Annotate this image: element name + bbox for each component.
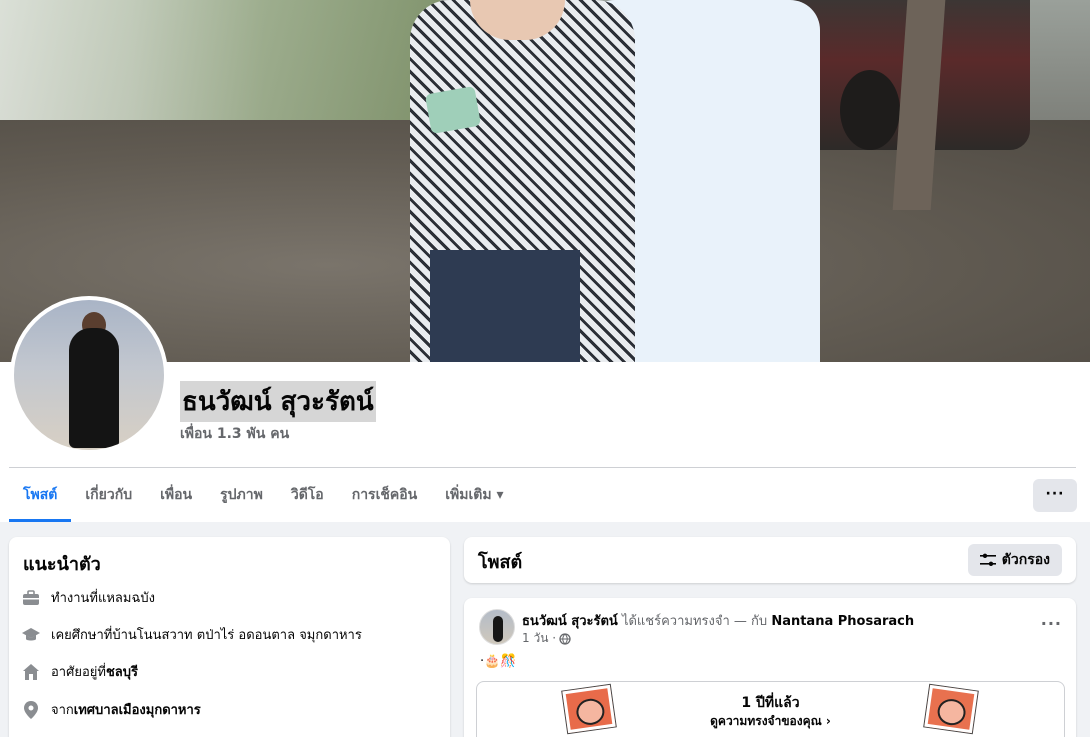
post-card: ธนวัฒน์ สุวะรัตน์ ได้แชร์ความทรงจำ — กับ… [464,598,1076,737]
intro-work-value[interactable]: แหลมฉบัง [98,587,155,608]
friends-count[interactable]: เพื่อน 1.3 พัน คน [180,423,289,445]
tab-about[interactable]: เกี่ยวกับ [71,468,146,522]
filter-button[interactable]: ตัวกรอง [967,544,1062,576]
memory-illustration-right [924,684,978,734]
post-author-avatar[interactable] [479,609,515,645]
tab-photos[interactable]: รูปภาพ [206,468,277,522]
post-tagged-user[interactable]: Nantana Phosarach [771,614,914,629]
intro-work: ทำงานที่ แหลมฉบัง [21,587,155,608]
intro-from-prefix: จาก [51,703,74,718]
intro-work-prefix: ทำงานที่ [51,591,98,606]
intro-study-value[interactable]: บ้านโนนสวาท ตป่าไร่ อดอนตาล จมุกดาหาร [112,624,362,645]
posts-header-card: โพสต์ ตัวกรอง [464,537,1076,583]
intro-study-prefix: เคยศึกษาที่ [51,628,113,643]
tab-more[interactable]: เพิ่มเติม ▾ [431,468,517,522]
filter-label: ตัวกรอง [1001,552,1050,568]
posts-title: โพสต์ [478,552,523,573]
intro-study: เคยศึกษาที่ บ้านโนนสวาท ตป่าไร่ อดอนตาล … [21,624,362,645]
profile-avatar[interactable] [10,296,168,454]
post-time[interactable]: 1 วัน · [522,629,556,648]
post-emoji-text: ·🎂🎊 [480,654,517,669]
cover-trees [0,0,440,130]
post-action: ได้แชร์ความทรงจำ — กับ [617,614,772,629]
intro-title: แนะนำตัว [23,554,101,575]
briefcase-icon [21,588,41,608]
intro-live: อาศัยอยู่ที่ ชลบุรี [21,661,138,682]
intro-live-prefix: อาศัยอยู่ที่ [51,665,106,680]
tab-videos[interactable]: วิดีโอ [277,468,338,522]
avatar-body [69,328,119,448]
intro-from-value[interactable]: เทศบาลเมืองมุกดาหาร [74,699,201,720]
memory-link[interactable]: ดูความทรงจำของคุณ › [477,712,1064,731]
more-options-button[interactable]: ··· [1033,479,1077,512]
intro-live-value[interactable]: ชลบุรี [106,661,138,682]
cover-jeans [430,250,580,362]
graduation-cap-icon [21,625,41,645]
cover-phone [424,85,482,135]
tab-posts[interactable]: โพสต์ [9,468,72,522]
cover-wheel [840,70,900,150]
tab-checkins[interactable]: การเช็คอิน [338,468,432,522]
location-pin-icon [21,700,41,720]
home-icon [21,662,41,682]
cover-photo[interactable] [0,0,1090,362]
profile-tabs: โพสต์ เกี่ยวกับ เพื่อน รูปภาพ วิดีโอ การ… [9,468,517,522]
filter-icon [979,553,996,566]
post-menu-button[interactable]: ··· [1041,614,1062,633]
globe-icon [559,632,571,645]
intro-from: จาก เทศบาลเมืองมุกดาหาร [21,699,201,720]
post-author[interactable]: ธนวัฒน์ สุวะรัตน์ [522,614,618,629]
profile-name: ธนวัฒน์ สุวะรัตน์ [180,381,376,422]
post-header-line: ธนวัฒน์ สุวะรัตน์ ได้แชร์ความทรงจำ — กับ… [522,610,914,631]
intro-card: แนะนำตัว ทำงานที่ แหลมฉบัง เคยศึกษาที่ บ… [9,537,450,737]
tab-friends[interactable]: เพื่อน [146,468,206,522]
post-meta: 1 วัน · [522,629,571,648]
memory-preview[interactable]: 1 ปีที่แล้ว ดูความทรงจำของคุณ › [476,681,1065,737]
